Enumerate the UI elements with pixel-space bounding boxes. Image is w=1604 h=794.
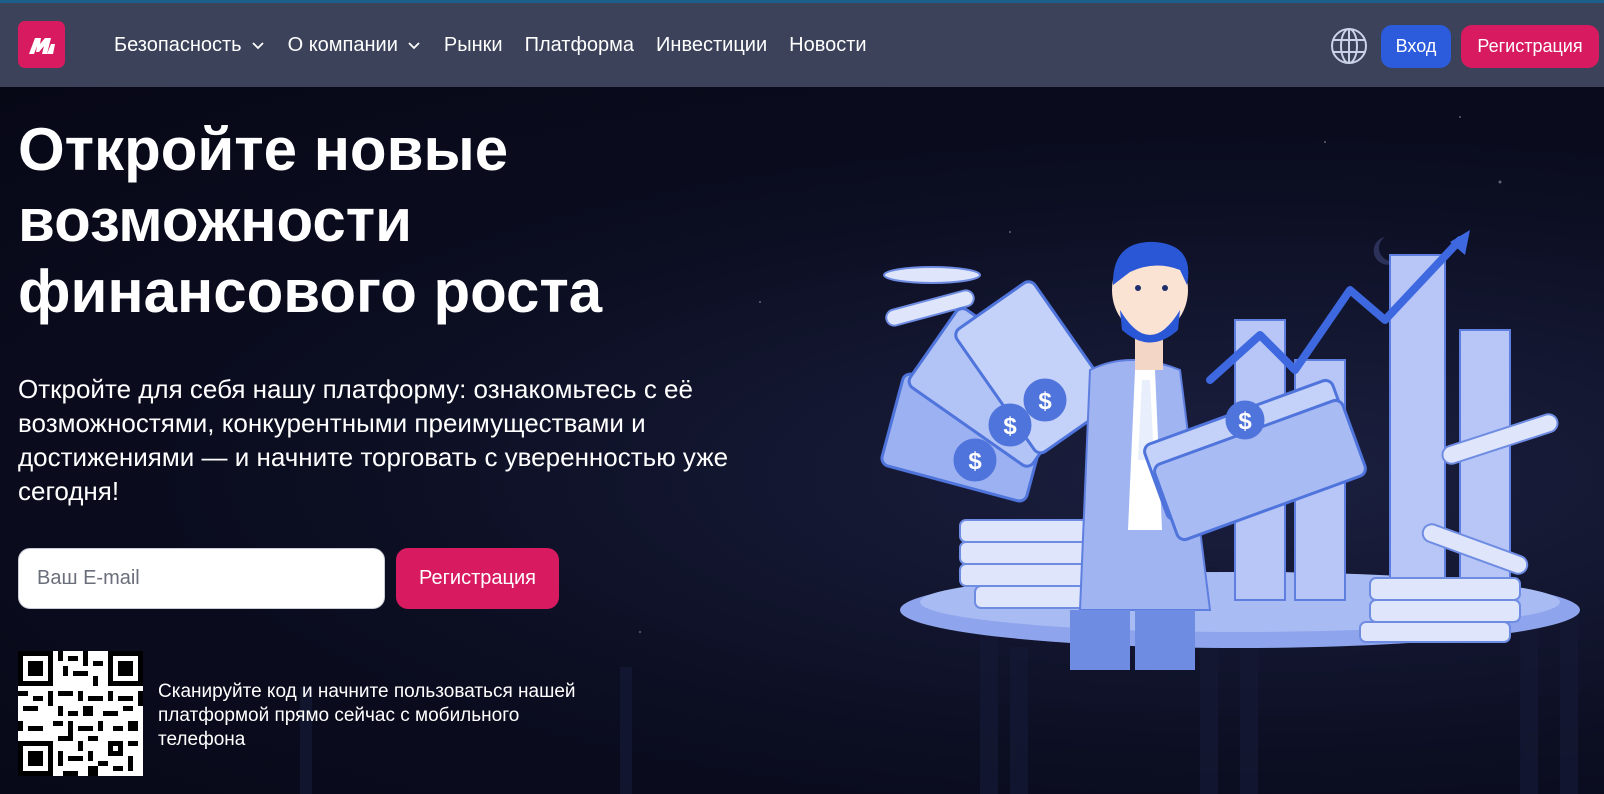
chevron-down-icon: [251, 42, 264, 50]
svg-text:$: $: [1038, 388, 1052, 415]
nav-item-label: Инвестиции: [656, 33, 768, 56]
globe-icon[interactable]: [1329, 26, 1369, 66]
qr-code-image: [18, 651, 143, 776]
nav-item-label: Новости: [789, 33, 867, 56]
nav-item-investments[interactable]: Инвестиции: [656, 34, 767, 57]
svg-text:$: $: [1238, 408, 1252, 435]
nav-item-platform[interactable]: Платформа: [525, 34, 634, 57]
logo-icon[interactable]: [18, 21, 65, 68]
hero-illustration: $ $ $ $: [880, 230, 1580, 670]
main-nav: Безопасность О компании Рынки Платформа …: [114, 3, 867, 87]
register-button-header[interactable]: Регистрация: [1461, 25, 1599, 68]
nav-item-label: Платформа: [524, 33, 635, 56]
site-header: Безопасность О компании Рынки Платформа …: [0, 3, 1604, 87]
svg-text:$: $: [1003, 413, 1017, 440]
coin-stack-right: [1359, 577, 1521, 643]
nav-item-about[interactable]: О компании: [288, 34, 422, 57]
nav-item-security[interactable]: Безопасность: [114, 34, 266, 57]
hero-title: Откройте новые возможности финансового р…: [18, 116, 603, 325]
email-input[interactable]: [18, 548, 385, 609]
nav-item-label: О компании: [287, 33, 398, 56]
qr-caption: Сканируйте код и начните пользоваться на…: [158, 681, 576, 750]
nav-item-label: Безопасность: [114, 33, 242, 56]
login-button[interactable]: Вход: [1381, 25, 1451, 68]
svg-text:$: $: [968, 448, 982, 475]
nav-item-markets[interactable]: Рынки: [444, 34, 503, 57]
chevron-down-icon: [408, 42, 420, 50]
nav-item-label: Рынки: [443, 33, 503, 56]
register-button[interactable]: Регистрация: [396, 548, 559, 609]
nav-item-news[interactable]: Новости: [789, 34, 866, 57]
hero-lead: Откройте для себя нашу платформу: ознако…: [18, 374, 729, 506]
